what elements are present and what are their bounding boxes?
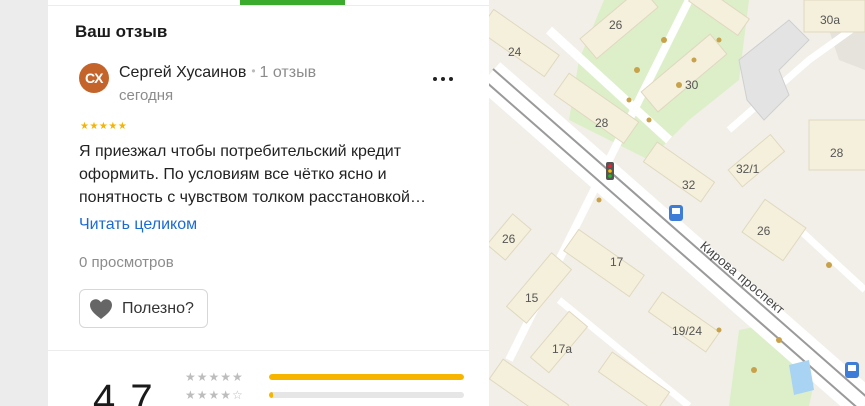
house-number-label: 24	[508, 45, 522, 59]
house-number-label: 28	[595, 116, 609, 130]
average-rating: 4,7	[93, 377, 155, 406]
distribution-stars: ★★★★☆	[185, 388, 244, 402]
house-number-label: 32/1	[736, 162, 760, 176]
divider	[48, 5, 489, 6]
separator-dot: •	[251, 64, 256, 78]
read-more-link[interactable]: Читать целиком	[79, 216, 197, 234]
avatar[interactable]: СХ	[79, 63, 109, 93]
review-text: Я приезжал чтобы потребительский кредит …	[79, 140, 469, 209]
bus-stop-icon[interactable]	[669, 205, 683, 221]
sidebar-background: Ваш отзыв СХ Сергей Хусаинов • 1 отзыв сег…	[0, 0, 489, 406]
map-view[interactable]: 24 26 30a 30 28 32/1 28 32 26 26 17 15 1…	[489, 0, 865, 406]
review-text-line: понятность с чувством толком расстановко…	[79, 189, 426, 206]
author-review-count: 1 отзыв	[259, 64, 317, 81]
review-text-line: оформить. По условиям все чётко ясно и	[79, 166, 387, 183]
house-number-label: 32	[682, 178, 696, 192]
house-number-label: 15	[525, 291, 539, 305]
more-options-button[interactable]	[430, 67, 458, 91]
distribution-bar-fill	[269, 392, 273, 398]
more-dots-icon	[433, 77, 437, 81]
views-count: 0 просмотров	[79, 254, 174, 271]
house-number-label: 17	[610, 255, 624, 269]
author-line: Сергей Хусаинов • 1 отзыв	[119, 64, 316, 82]
house-number-label: 17a	[552, 342, 573, 356]
house-number-label: 19/24	[672, 324, 703, 338]
helpful-button[interactable]: Полезно?	[79, 289, 208, 328]
distribution-bar-fill	[269, 374, 464, 380]
distribution-bar	[269, 392, 464, 398]
author-name[interactable]: Сергей Хусаинов	[119, 64, 246, 81]
house-number-label: 30a	[820, 13, 841, 27]
distribution-bar	[269, 374, 464, 380]
house-number-label: 26	[502, 232, 516, 246]
helpful-label: Полезно?	[122, 300, 194, 317]
house-number-label: 30	[685, 78, 699, 92]
review-date: сегодня	[119, 87, 174, 104]
review-rating-stars: ★★★★★	[80, 121, 128, 132]
house-number-label: 26	[757, 224, 771, 238]
heart-icon	[90, 299, 112, 319]
house-number-label: 26	[609, 18, 623, 32]
map-canvas	[489, 0, 865, 406]
distribution-stars: ★★★★★	[185, 370, 244, 384]
review-text-line: Я приезжал чтобы потребительский кредит	[79, 143, 402, 160]
divider	[48, 350, 489, 351]
bus-stop-icon[interactable]	[845, 362, 859, 378]
review-panel: Ваш отзыв СХ Сергей Хусаинов • 1 отзыв сег…	[48, 0, 489, 406]
house-number-label: 28	[830, 146, 844, 160]
traffic-light-icon[interactable]	[606, 162, 614, 180]
section-title: Ваш отзыв	[75, 22, 168, 41]
